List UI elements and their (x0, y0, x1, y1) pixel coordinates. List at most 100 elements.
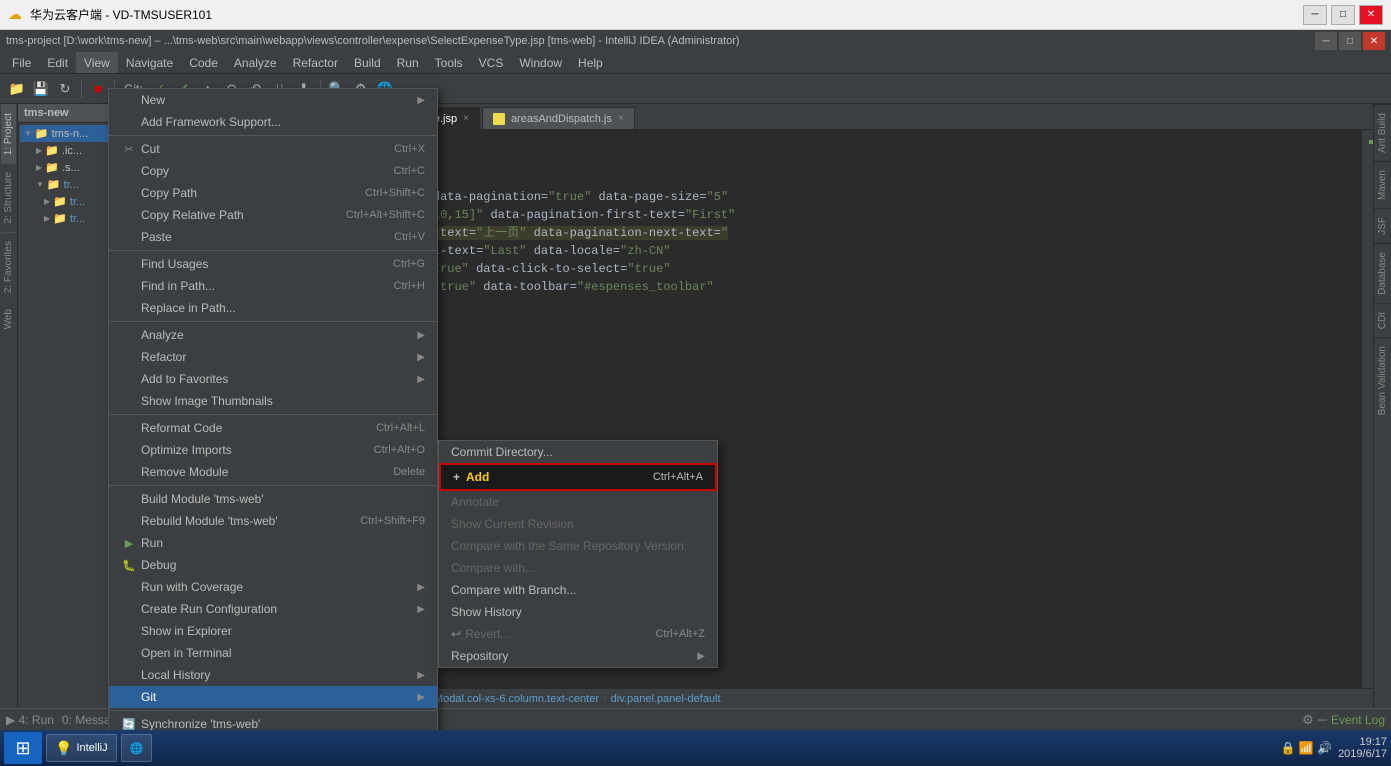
ctx-show-explorer[interactable]: Show in Explorer (109, 620, 437, 642)
tree-item-tr3[interactable]: ▶ 📁 tr... (20, 210, 120, 227)
tree-item-label: tms-n... (52, 128, 89, 140)
ctx-paste[interactable]: Paste Ctrl+V (109, 226, 437, 248)
title-bar: ☁ 华为云客户端 - VD-TMSUSER101 ─ □ ✕ (0, 0, 1391, 30)
bottom-minimize-btn[interactable]: ─ (1318, 712, 1327, 727)
time-display: 19:17 (1338, 736, 1387, 748)
panel-content: ▼ 📁 tms-n... ▶ 📁 .ic... ▶ 📁 .s... ▼ 📁 tr… (18, 123, 122, 708)
side-tab-project[interactable]: 1: Project (1, 104, 16, 163)
right-tab-bean[interactable]: Bean Validation (1374, 337, 1391, 423)
ctx-add-framework[interactable]: Add Framework Support... (109, 111, 437, 133)
bottom-run-tab[interactable]: ▶ 4: Run (6, 713, 54, 727)
ctx-analyze[interactable]: Analyze ▶ (109, 324, 437, 346)
event-log-tab[interactable]: Event Log (1331, 713, 1385, 727)
menu-view[interactable]: View (76, 52, 118, 73)
menu-navigate[interactable]: Navigate (118, 52, 181, 73)
git-compare-branch[interactable]: Compare with Branch... (439, 579, 717, 601)
ctx-cut[interactable]: ✂Cut Ctrl+X (109, 138, 437, 160)
git-show-history[interactable]: Show History (439, 601, 717, 623)
bottom-settings-btn[interactable]: ⚙ (1302, 712, 1314, 728)
panel-header: tms-new (18, 104, 122, 123)
ctx-replace-path[interactable]: Replace in Path... (109, 297, 437, 319)
taskbar-app-browser[interactable]: 🌐 (121, 734, 153, 762)
taskbar-app-intellij[interactable]: 💡 IntelliJ (46, 734, 117, 762)
ctx-local-history[interactable]: Local History ▶ (109, 664, 437, 686)
right-tab-maven[interactable]: Maven (1374, 161, 1391, 208)
idea-restore-btn[interactable]: □ (1339, 32, 1361, 50)
idea-close-btn[interactable]: ✕ (1363, 32, 1385, 50)
menu-refactor[interactable]: Refactor (285, 52, 346, 73)
tree-item-root[interactable]: ▼ 📁 tms-n... (20, 125, 120, 142)
ctx-git[interactable]: Git ▶ (109, 686, 437, 708)
ctx-remove-module[interactable]: Remove Module Delete (109, 461, 437, 483)
git-repository[interactable]: Repository ▶ (439, 645, 717, 667)
right-tab-cdi[interactable]: CDI (1374, 303, 1391, 337)
idea-minimize-btn[interactable]: ─ (1315, 32, 1337, 50)
tree-item-ic[interactable]: ▶ 📁 .ic... (20, 142, 120, 159)
toolbar-sep-1 (81, 80, 82, 98)
sync-btn[interactable]: ↻ (54, 78, 76, 100)
tree-item-tr2[interactable]: ▶ 📁 tr... (20, 193, 120, 210)
menu-window[interactable]: Window (511, 52, 570, 73)
restore-btn[interactable]: □ (1331, 5, 1355, 25)
menu-analyze[interactable]: Analyze (226, 52, 285, 73)
ctx-add-favorites[interactable]: Add to Favorites ▶ (109, 368, 437, 390)
ctx-debug[interactable]: 🐛Debug (109, 554, 437, 576)
taskbar: ⊞ 💡 IntelliJ 🌐 🔒 📶 🔊 19:17 2019/6/17 (0, 730, 1391, 766)
ctx-open-terminal[interactable]: Open in Terminal (109, 642, 437, 664)
ctx-refactor[interactable]: Refactor ▶ (109, 346, 437, 368)
ctx-rebuild-module[interactable]: Rebuild Module 'tms-web' Ctrl+Shift+F9 (109, 510, 437, 532)
stop-btn[interactable]: ■ (87, 78, 109, 100)
menu-run[interactable]: Run (389, 52, 427, 73)
ctx-build-module[interactable]: Build Module 'tms-web' (109, 488, 437, 510)
ctx-run-coverage[interactable]: Run with Coverage ▶ (109, 576, 437, 598)
tree-item-tr1[interactable]: ▼ 📁 tr... (20, 176, 120, 193)
tab-close-3[interactable]: × (618, 113, 624, 124)
close-btn[interactable]: ✕ (1359, 5, 1383, 25)
menu-build[interactable]: Build (346, 52, 389, 73)
taskbar-right: 🔒 📶 🔊 19:17 2019/6/17 (1281, 736, 1387, 760)
menu-tools[interactable]: Tools (427, 52, 471, 73)
ctx-sep-6 (109, 710, 437, 711)
menu-code[interactable]: Code (181, 52, 226, 73)
app-title-bar: tms-project [D:\work\tms-new] – ...\tms-… (0, 30, 1391, 52)
start-button[interactable]: ⊞ (4, 732, 42, 764)
side-tab-favorites[interactable]: 2: Favorites (1, 232, 16, 301)
ctx-find-usages[interactable]: Find Usages Ctrl+G (109, 253, 437, 275)
minimize-btn[interactable]: ─ (1303, 5, 1327, 25)
ctx-reformat[interactable]: Reformat Code Ctrl+Alt+L (109, 417, 437, 439)
menu-file[interactable]: File (4, 52, 39, 73)
tab-close-2[interactable]: × (463, 113, 469, 124)
scrollbar-area[interactable] (1361, 130, 1373, 688)
git-annotate: Annotate (439, 491, 717, 513)
ctx-optimize-imports[interactable]: Optimize Imports Ctrl+Alt+O (109, 439, 437, 461)
ctx-copy-path[interactable]: Copy Path Ctrl+Shift+C (109, 182, 437, 204)
open-btn[interactable]: 📁 (6, 78, 28, 100)
ctx-image-thumbnails[interactable]: Show Image Thumbnails (109, 390, 437, 412)
ctx-copy-relative[interactable]: Copy Relative Path Ctrl+Alt+Shift+C (109, 204, 437, 226)
git-add[interactable]: + Add Ctrl+Alt+A (439, 463, 717, 491)
side-tab-web[interactable]: Web (1, 301, 16, 337)
ctx-copy[interactable]: Copy Ctrl+C (109, 160, 437, 182)
tab-areasanddispatch-js[interactable]: areasAndDispatch.js × (482, 107, 635, 129)
tree-item-s[interactable]: ▶ 📁 .s... (20, 159, 120, 176)
ctx-find-path[interactable]: Find in Path... Ctrl+H (109, 275, 437, 297)
side-tab-structure[interactable]: 2: Structure (1, 163, 16, 232)
git-revert: ↩Revert... Ctrl+Alt+Z (439, 623, 717, 645)
menu-edit[interactable]: Edit (39, 52, 76, 73)
save-btn[interactable]: 💾 (30, 78, 52, 100)
git-add-label: Add (466, 470, 489, 484)
right-sidebars: Ant Build Maven JSF Database CDI Bean Va… (1373, 104, 1391, 708)
right-tab-jsf[interactable]: JSF (1374, 208, 1391, 243)
git-show-current-revision: Show Current Revision (439, 513, 717, 535)
bc-div-panel[interactable]: div.panel.panel-default (611, 693, 721, 705)
ctx-sep-5 (109, 485, 437, 486)
right-tab-database[interactable]: Database (1374, 243, 1391, 303)
right-tab-ant[interactable]: Ant Build (1374, 104, 1391, 161)
menu-help[interactable]: Help (570, 52, 611, 73)
ctx-new[interactable]: New ▶ (109, 89, 437, 111)
ctx-create-run-config[interactable]: Create Run Configuration ▶ (109, 598, 437, 620)
ctx-run[interactable]: ▶Run (109, 532, 437, 554)
menu-vcs[interactable]: VCS (471, 52, 512, 73)
title-bar-text: 华为云客户端 - VD-TMSUSER101 (30, 6, 212, 23)
git-commit-dir[interactable]: Commit Directory... (439, 441, 717, 463)
